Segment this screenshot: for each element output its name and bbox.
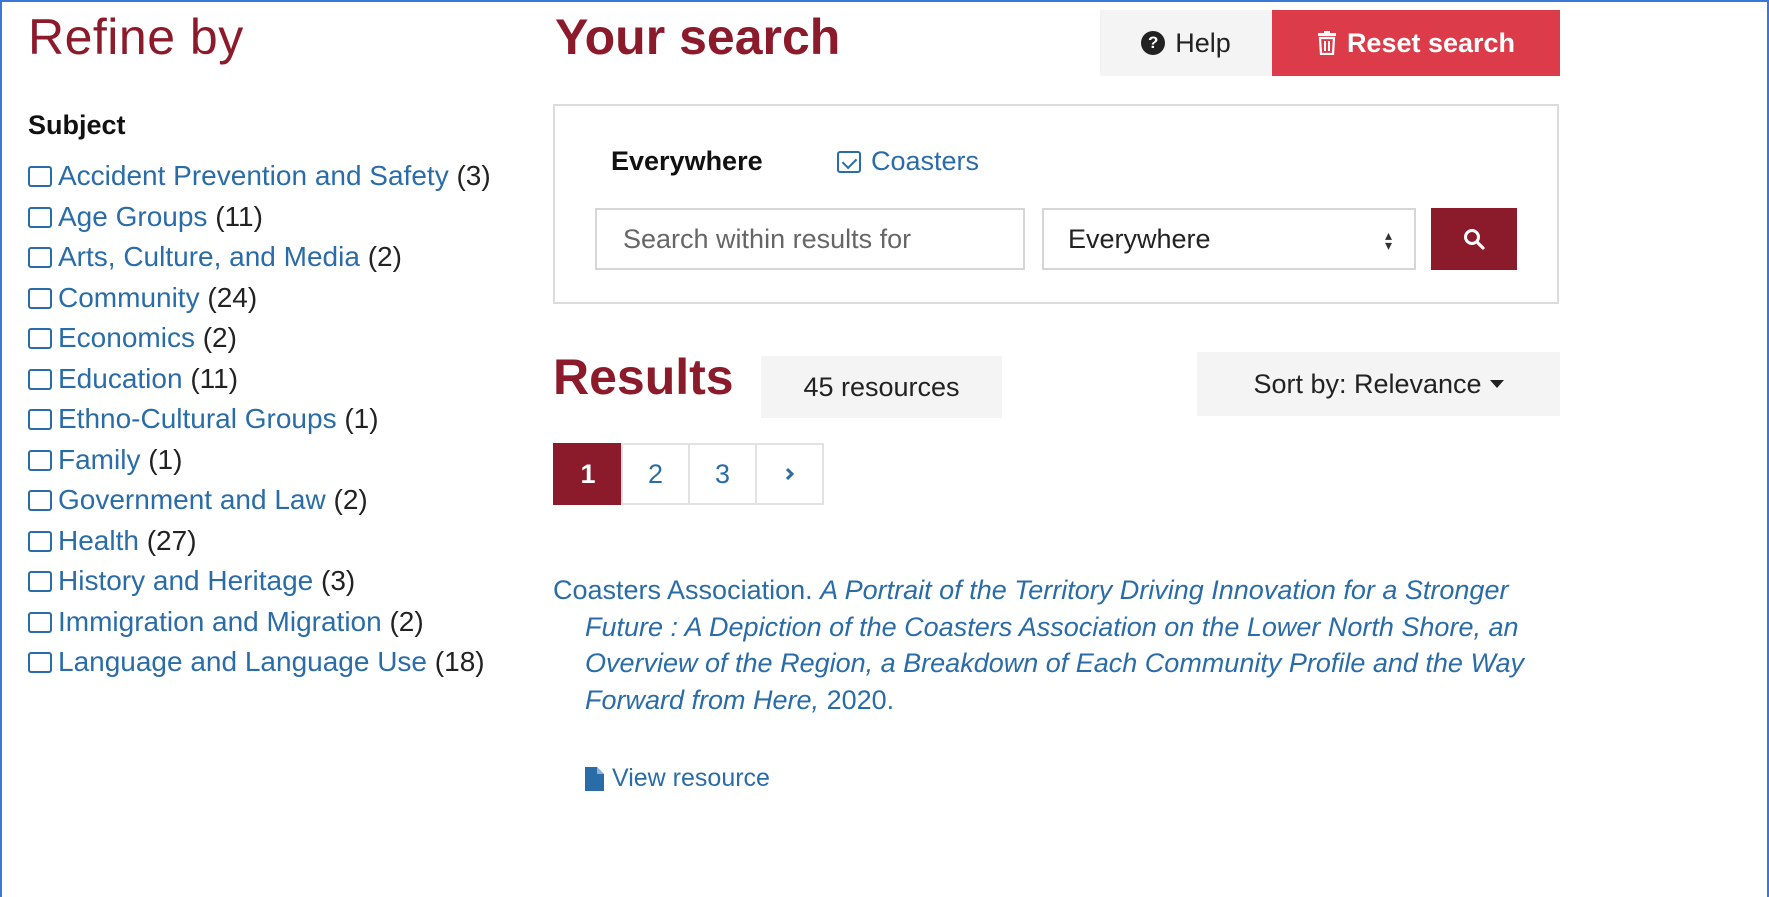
facet-label: Ethno-Cultural Groups <box>58 403 337 434</box>
search-scope-label: Everywhere <box>611 146 763 176</box>
your-search-title: Your search <box>555 9 841 65</box>
view-resource-label: View resource <box>612 764 770 792</box>
page-button-3[interactable]: 3 <box>688 443 757 505</box>
checkbox-icon[interactable] <box>28 206 52 228</box>
select-updown-icon: ▴ ▾ <box>1384 227 1392 253</box>
facet-item-education[interactable]: Education (11) <box>28 359 528 400</box>
view-resource-link[interactable]: View resource <box>585 764 770 793</box>
coasters-filter-toggle[interactable]: Coasters <box>837 146 979 177</box>
facet-item-community[interactable]: Community (24) <box>28 278 528 319</box>
checkbox-icon[interactable] <box>28 530 52 552</box>
coasters-filter-label: Coasters <box>871 146 980 176</box>
facet-count: (11) <box>190 362 239 394</box>
checkbox-icon[interactable] <box>28 328 52 349</box>
facet-label: History and Heritage <box>58 565 314 596</box>
page-frame: Refine by Subject Accident Prevention an… <box>0 0 1769 897</box>
page-button-2[interactable]: 2 <box>621 443 690 505</box>
reset-label: Reset search <box>1346 27 1516 58</box>
facet-label: Family <box>58 443 141 475</box>
checked-checkbox-icon[interactable] <box>837 150 861 173</box>
facet-item-ethno-cultural-groups[interactable]: Ethno-Cultural Groups (1) <box>28 399 528 440</box>
facet-item-language[interactable]: Language and Language Use (18) <box>28 642 528 683</box>
facet-item-immigration-and-migration[interactable]: Immigration and Migration (2) <box>28 602 528 643</box>
facet-label: Government and Law <box>58 484 326 515</box>
checkbox-icon[interactable] <box>28 166 52 187</box>
facet-item-accident-prevention[interactable]: Accident Prevention and Safety (3) <box>28 156 528 197</box>
sort-label: Sort by: Relevance <box>1253 368 1482 399</box>
facet-item-economics[interactable]: Economics (2) <box>28 318 528 359</box>
result-year: 2020. <box>826 684 895 715</box>
facet-label: Immigration and Migration <box>58 605 382 637</box>
subject-facet-heading: Subject <box>28 110 126 140</box>
checkbox-icon[interactable] <box>28 368 52 390</box>
facet-count: (11) <box>215 200 263 232</box>
facet-item-health[interactable]: Health (27) <box>28 521 528 562</box>
caret-down-icon <box>1489 380 1504 388</box>
search-within-input[interactable] <box>595 208 1025 270</box>
checkbox-icon[interactable] <box>28 490 52 511</box>
facet-count: (27) <box>146 524 197 556</box>
result-author: Coasters Association. <box>553 575 813 605</box>
facet-item-family[interactable]: Family (1) <box>28 440 528 481</box>
results-title: Results <box>553 349 734 405</box>
question-circle-icon: ? <box>1141 31 1166 55</box>
facet-label: Economics <box>58 322 195 353</box>
help-button[interactable]: ? Help <box>1100 10 1272 76</box>
page-button-1[interactable]: 1 <box>553 443 623 505</box>
facet-label: Education <box>58 362 183 394</box>
facet-count: (24) <box>207 281 258 313</box>
subject-facet-list: Accident Prevention and Safety (3) Age G… <box>28 156 528 683</box>
facet-count: (3) <box>456 160 491 191</box>
facet-count: (3) <box>321 565 356 596</box>
result-citation-link[interactable]: Coasters Association. A Portrait of the … <box>553 572 1548 718</box>
facet-label: Health <box>58 524 139 556</box>
pagination: 1 2 3 <box>553 443 824 505</box>
facet-count: (2) <box>367 241 402 272</box>
facet-count: (2) <box>202 322 237 353</box>
checkbox-icon[interactable] <box>28 611 52 633</box>
facet-count: (1) <box>344 403 379 434</box>
facet-item-history-and-heritage[interactable]: History and Heritage (3) <box>28 561 528 602</box>
file-icon <box>585 766 604 791</box>
facet-count: (18) <box>434 646 485 677</box>
facet-item-age-groups[interactable]: Age Groups (11) <box>28 197 528 238</box>
search-panel: Everywhere Coasters Everywhere ▴▾ <box>553 104 1559 304</box>
facet-label: Community <box>58 281 200 313</box>
search-scope-select[interactable]: Everywhere ▴ ▾ <box>1042 208 1416 270</box>
checkbox-icon[interactable] <box>28 409 52 430</box>
facet-label: Age Groups <box>58 200 208 232</box>
facet-item-government-and-law[interactable]: Government and Law (2) <box>28 480 528 521</box>
refine-title: Refine by <box>28 9 244 65</box>
results-count-badge: 45 resources <box>761 356 1002 418</box>
facet-item-arts-culture-media[interactable]: Arts, Culture, and Media (2) <box>28 237 528 278</box>
checkbox-icon[interactable] <box>28 247 52 268</box>
checkbox-icon[interactable] <box>28 287 52 309</box>
reset-search-button[interactable]: Reset search <box>1272 10 1560 76</box>
checkbox-icon[interactable] <box>28 571 52 592</box>
trash-icon <box>1317 31 1336 55</box>
search-icon <box>1464 229 1485 250</box>
search-submit-button[interactable] <box>1431 208 1517 270</box>
facet-label: Accident Prevention and Safety <box>58 160 449 191</box>
scope-select-value: Everywhere <box>1068 223 1211 254</box>
checkbox-icon[interactable] <box>28 449 52 471</box>
sort-dropdown[interactable]: Sort by: Relevance <box>1197 352 1560 416</box>
next-page-button[interactable] <box>755 443 824 505</box>
facet-label: Arts, Culture, and Media <box>58 241 360 272</box>
help-label: Help <box>1175 27 1231 58</box>
facet-count: (1) <box>148 443 183 475</box>
facet-count: (2) <box>389 605 424 637</box>
facet-label: Language and Language Use <box>58 646 428 677</box>
checkbox-icon[interactable] <box>28 652 52 673</box>
facet-count: (2) <box>333 484 368 515</box>
chevron-right-icon <box>785 467 794 481</box>
